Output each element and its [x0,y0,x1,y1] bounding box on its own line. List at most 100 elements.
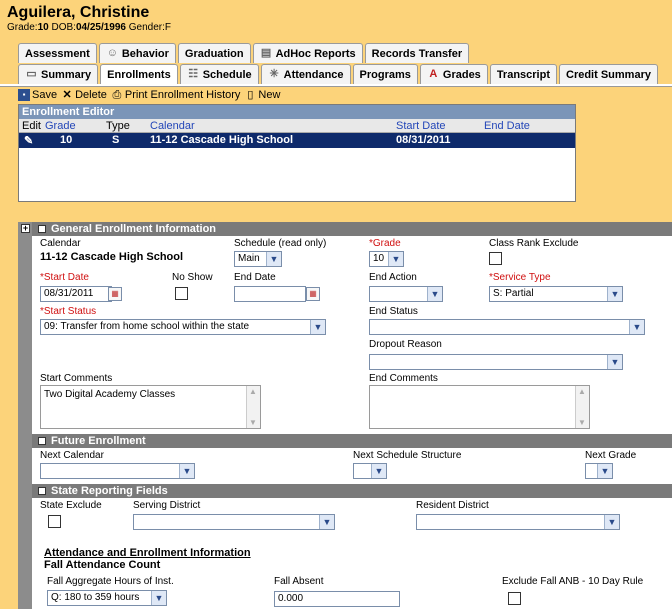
end-date-input[interactable] [234,286,306,302]
section-title: General Enrollment Information [51,223,217,235]
exclude-fall-label: Exclude Fall ANB - 10 Day Rule [502,576,644,587]
grade-label: *Grade [369,238,401,249]
dropout-reason-select[interactable]: ▼ [369,354,623,370]
column-calendar[interactable]: Calendar [150,120,195,132]
chevron-down-icon[interactable]: ▼ [371,464,386,478]
start-date-input[interactable]: 08/31/2011 [40,286,112,302]
save-button[interactable]: ▪ Save [18,88,57,101]
tab-records-transfer[interactable]: Records Transfer [364,43,470,63]
next-grade-select[interactable]: ▼ [585,463,613,479]
tab-programs[interactable]: Programs [352,64,418,84]
column-end-date[interactable]: End Date [484,120,530,132]
calendar-picker-icon[interactable]: ▦ [306,287,320,301]
chevron-down-icon[interactable]: ▼ [388,252,403,266]
tab-adhoc-reports[interactable]: ▤ AdHoc Reports [252,43,363,63]
schedule-label: Schedule (read only) [234,238,327,249]
delete-icon: ✕ [62,88,72,101]
tab-label: Graduation [184,47,244,60]
column-grade[interactable]: Grade [45,120,76,132]
textarea-scrollbar[interactable] [246,386,260,428]
delete-button[interactable]: ✕ Delete [61,88,106,101]
fall-absent-input[interactable]: 0.000 [274,591,400,607]
chevron-down-icon[interactable]: ▼ [629,320,644,334]
fall-hours-label: Fall Aggregate Hours of Inst. [47,576,174,587]
state-exclude-label: State Exclude [40,500,102,511]
service-type-select[interactable]: S: Partial ▼ [489,286,623,302]
start-status-select[interactable]: 09: Transfer from home school within the… [40,319,326,335]
chevron-down-icon: ▼ [266,252,281,266]
chevron-down-icon[interactable]: ▼ [597,464,612,478]
start-comments-textarea[interactable]: Two Digital Academy Classes [40,385,261,429]
grade-select[interactable]: 10 ▼ [369,251,404,267]
tab-label: Records Transfer [371,47,463,60]
chevron-down-icon[interactable]: ▼ [427,287,442,301]
tab-graduation[interactable]: Graduation [177,43,251,63]
print-history-button[interactable]: ⎙ Print Enrollment History [111,88,241,101]
expand-all-icon[interactable]: + [21,224,30,233]
tab-enrollments[interactable]: Enrollments [100,64,178,84]
next-calendar-select[interactable]: ▼ [40,463,195,479]
tab-label: Programs [359,68,411,81]
end-date-label: End Date [234,272,276,283]
state-exclude-checkbox[interactable] [48,515,61,528]
exclude-fall-checkbox[interactable] [508,592,521,605]
column-start-date[interactable]: Start Date [396,120,446,132]
gender-value: F [164,22,172,33]
fall-count-heading: Fall Attendance Count [44,559,161,571]
print-label: Print Enrollment History [124,88,241,101]
tab-attendance[interactable]: ✳ Attendance [260,64,351,84]
tab-schedule[interactable]: ☷ Schedule [179,64,259,84]
resident-district-select[interactable]: ▼ [416,514,620,530]
end-comments-textarea[interactable] [369,385,590,429]
next-schedule-select[interactable]: ▼ [353,463,387,479]
gender-label: Gender: [128,22,165,33]
student-name: Aguilera, Christine [7,4,150,21]
tab-label: Grades [442,68,481,81]
tab-behavior[interactable]: ☺ Behavior [98,43,176,63]
class-rank-checkbox[interactable] [489,252,502,265]
state-section-header[interactable]: State Reporting Fields [32,484,672,498]
chevron-down-icon[interactable]: ▼ [151,591,166,605]
start-status-value: 09: Transfer from home school within the… [44,321,250,332]
save-icon: ▪ [18,88,30,101]
serving-district-select[interactable]: ▼ [133,514,335,530]
no-show-checkbox[interactable] [175,287,188,300]
next-schedule-label: Next Schedule Structure [353,450,462,461]
chevron-down-icon[interactable]: ▼ [179,464,194,478]
fall-hours-value: Q: 180 to 359 hours [51,592,140,603]
fall-hours-select[interactable]: Q: 180 to 359 hours ▼ [47,590,167,606]
collapse-icon[interactable] [38,437,46,445]
end-status-select[interactable]: ▼ [369,319,645,335]
chevron-down-icon[interactable]: ▼ [607,355,622,369]
tab-label: Enrollments [107,68,171,81]
end-action-select[interactable]: ▼ [369,286,443,302]
printer-icon: ⎙ [112,88,122,101]
start-date-label: *Start Date [40,272,89,283]
tab-label: Credit Summary [566,68,651,81]
start-comments-label: Start Comments [40,373,113,384]
tab-grades[interactable]: A Grades [419,64,488,84]
tab-transcript[interactable]: Transcript [489,64,557,84]
tab-credit-summary[interactable]: Credit Summary [559,64,658,84]
tab-summary[interactable]: ▭ Summary [18,64,99,84]
chevron-down-icon[interactable]: ▼ [319,515,334,529]
calendar-value: 11-12 Cascade High School [40,251,184,263]
collapse-icon[interactable] [38,487,46,495]
attendance-icon: ✳ [269,68,279,80]
tab-row-bottom: ▭ Summary Enrollments ☷ Schedule ✳ Attendan… [18,64,660,84]
serving-district-label: Serving District [133,500,201,511]
chevron-down-icon[interactable]: ▼ [604,515,619,529]
future-section-header[interactable]: Future Enrollment [32,434,672,448]
chevron-down-icon[interactable]: ▼ [607,287,622,301]
collapse-icon[interactable] [38,225,46,233]
calendar-picker-icon[interactable]: ▦ [108,287,122,301]
table-row[interactable]: ✎ 10 S 11-12 Cascade High School 08/31/2… [19,133,575,148]
column-edit: Edit [22,120,41,132]
edit-icon[interactable]: ✎ [24,134,33,147]
new-button[interactable]: ▯ New [244,89,280,101]
textarea-scrollbar[interactable] [575,386,589,428]
chevron-down-icon[interactable]: ▼ [310,320,325,334]
tab-assessment[interactable]: Assessment [18,43,97,63]
dob-value: 04/25/1996 [75,22,126,33]
general-section-header[interactable]: General Enrollment Information [32,222,672,236]
